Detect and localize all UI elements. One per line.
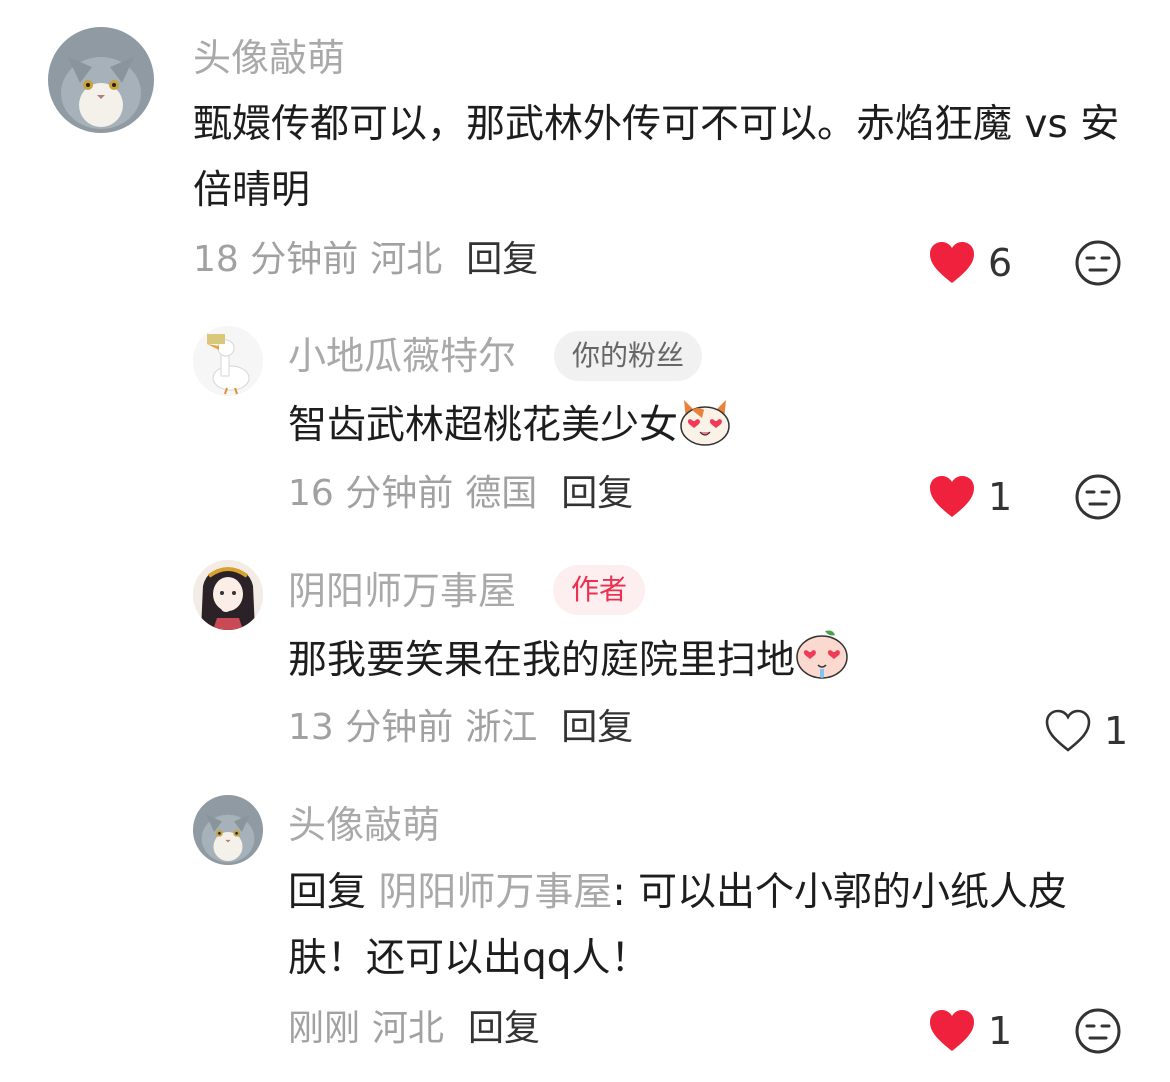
cat-heart-eyes-emoji bbox=[680, 400, 730, 446]
comment-meta: 18 分钟前 河北 回复 bbox=[193, 238, 538, 282]
comment-time: 刚刚 bbox=[288, 1008, 361, 1049]
like-button[interactable]: 1 bbox=[928, 1006, 1012, 1056]
like-count: 1 bbox=[1104, 709, 1129, 753]
like-count: 1 bbox=[988, 1009, 1013, 1053]
like-button[interactable]: 1 bbox=[928, 472, 1012, 522]
comment-username[interactable]: 头像敲萌 bbox=[193, 35, 345, 81]
dislike-face-icon[interactable] bbox=[1074, 1007, 1122, 1055]
goose-avatar-image bbox=[193, 326, 263, 396]
comment-location: 浙江 bbox=[465, 707, 538, 748]
heart-outline-icon bbox=[1045, 709, 1091, 752]
reply-button[interactable]: 回复 bbox=[561, 707, 633, 748]
comment-text: 回复 阴阳师万事屋: 可以出个小郭的小纸人皮肤！还可以出qq人！ bbox=[288, 860, 1128, 992]
fan-badge: 你的粉丝 bbox=[554, 331, 703, 381]
dislike-face-icon[interactable] bbox=[1074, 473, 1122, 521]
reply-button[interactable]: 回复 bbox=[468, 1008, 540, 1049]
reply-button[interactable]: 回复 bbox=[561, 473, 633, 514]
heart-filled-icon bbox=[930, 242, 974, 283]
avatar[interactable] bbox=[48, 27, 154, 133]
comment-text: 智齿武林超桃花美少女 bbox=[288, 393, 1128, 459]
comment-text-body: 那我要笑果在我的庭院里扫地 bbox=[288, 638, 796, 683]
comment-text-body: 甄嬛传都可以，那武林外传可不可以。赤焰狂魔 vs 安倍晴明 bbox=[193, 102, 1120, 213]
comment-meta: 刚刚 河北 回复 bbox=[288, 1007, 540, 1051]
comment-text-body: 智齿武林超桃花美少女 bbox=[288, 403, 679, 448]
anime-girl-avatar-image bbox=[193, 560, 263, 630]
comment-meta: 16 分钟前 德国 回复 bbox=[288, 472, 633, 516]
cat-avatar-image bbox=[193, 795, 263, 865]
reply-prefix: 回复 bbox=[288, 870, 367, 915]
like-count: 1 bbox=[988, 475, 1013, 519]
comment-meta: 13 分钟前 浙江 回复 bbox=[288, 706, 633, 750]
avatar[interactable] bbox=[193, 326, 263, 396]
comment-text: 那我要笑果在我的庭院里扫地 bbox=[288, 627, 1128, 694]
like-button[interactable]: 6 bbox=[928, 238, 1012, 288]
heart-filled-icon bbox=[930, 476, 974, 517]
comment-time: 13 分钟前 bbox=[288, 707, 454, 748]
like-button[interactable]: 1 bbox=[1044, 706, 1128, 756]
heart-filled-icon bbox=[930, 1010, 974, 1051]
comment-time: 16 分钟前 bbox=[288, 473, 454, 514]
like-count: 6 bbox=[988, 241, 1013, 285]
comment-location: 河北 bbox=[372, 1008, 445, 1049]
comment-username[interactable]: 阴阳师万事屋 bbox=[288, 568, 516, 614]
comment-username[interactable]: 头像敲萌 bbox=[288, 802, 440, 848]
comment-text: 甄嬛传都可以，那武林外传可不可以。赤焰狂魔 vs 安倍晴明 bbox=[193, 92, 1133, 224]
comment-location: 德国 bbox=[465, 473, 538, 514]
comment-time: 18 分钟前 bbox=[193, 239, 359, 280]
peach-heart-eyes-emoji bbox=[796, 630, 848, 679]
avatar[interactable] bbox=[193, 795, 263, 865]
comment-username[interactable]: 小地瓜薇特尔 bbox=[288, 333, 516, 379]
reply-target-username[interactable]: 阴阳师万事屋 bbox=[378, 870, 612, 915]
avatar[interactable] bbox=[193, 560, 263, 630]
reply-button[interactable]: 回复 bbox=[466, 239, 538, 280]
cat-avatar-image bbox=[48, 27, 154, 133]
author-badge: 作者 bbox=[553, 565, 646, 615]
dislike-face-icon[interactable] bbox=[1074, 239, 1122, 287]
comment-location: 河北 bbox=[370, 239, 443, 280]
